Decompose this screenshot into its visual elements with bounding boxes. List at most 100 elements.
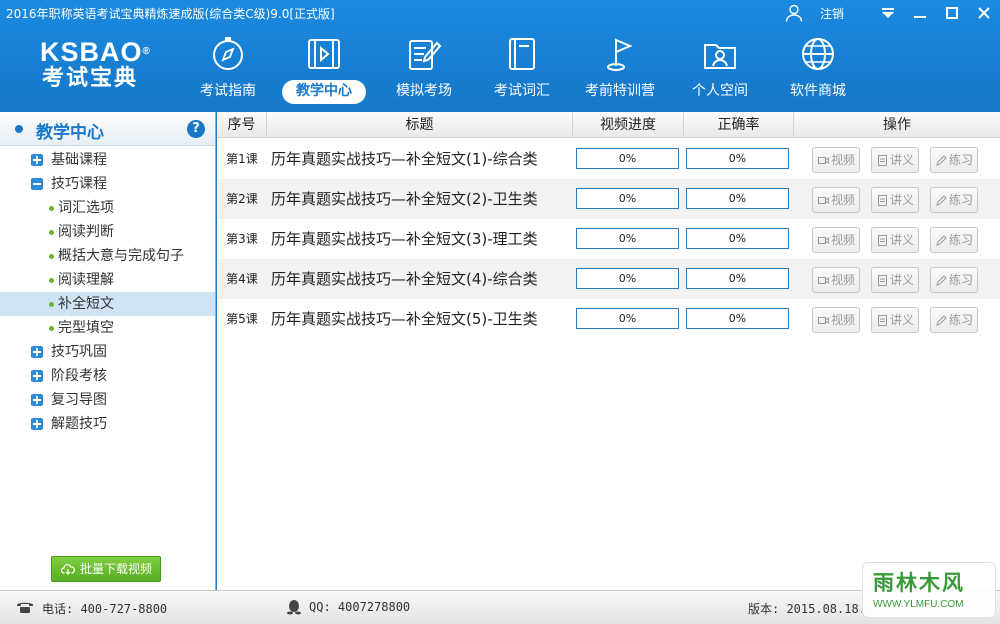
accuracy-box: 0%: [686, 188, 789, 209]
notes-button-label: 讲义: [890, 273, 915, 287]
video-button[interactable]: 视频: [812, 307, 860, 333]
nav-label: 考试指南: [200, 83, 256, 99]
nav-mock-exam[interactable]: 模拟考场: [376, 34, 472, 106]
cloud-download-icon: [61, 564, 75, 575]
practice-button[interactable]: 练习: [930, 147, 978, 173]
table-header: 序号 标题 视频进度 正确率 操作: [217, 112, 1000, 138]
video-button[interactable]: 视频: [812, 227, 860, 253]
tree-item-reading-comprehension[interactable]: 阅读理解: [0, 268, 215, 292]
lesson-title[interactable]: 历年真题实战技巧—补全短文(3)-理工类: [271, 219, 571, 259]
user-icon[interactable]: [784, 3, 804, 23]
nav-label: 软件商城: [790, 83, 846, 99]
batch-download-button[interactable]: 批量下载视频: [51, 556, 161, 582]
phone-text: 电话: 400-727-8800: [42, 602, 168, 616]
tree-item-basic-course[interactable]: 基础课程: [0, 148, 215, 172]
lesson-title[interactable]: 历年真题实战技巧—补全短文(2)-卫生类: [271, 179, 571, 219]
minimize-icon: [914, 16, 926, 18]
book-icon: [509, 38, 535, 70]
logout-link[interactable]: 注销: [820, 5, 844, 22]
notes-button[interactable]: 讲义: [871, 307, 919, 333]
video-camera-icon: [818, 277, 829, 284]
minimize-button[interactable]: [904, 0, 936, 26]
notes-button[interactable]: 讲义: [871, 147, 919, 173]
lesson-number: 第2课: [226, 192, 258, 206]
practice-button[interactable]: 练习: [930, 187, 978, 213]
lesson-title[interactable]: 历年真题实战技巧—补全短文(5)-卫生类: [271, 299, 571, 339]
version-text: 版本: 2015.08.18.: [748, 602, 866, 616]
tree-item-label: 技巧课程: [51, 176, 107, 192]
document-icon: [878, 155, 887, 166]
tree-item-label: 补全短文: [58, 296, 114, 312]
tree-item-label: 概括大意与完成句子: [58, 248, 184, 264]
help-icon[interactable]: ?: [187, 120, 205, 138]
logo-chinese-text: 考试宝典: [42, 66, 139, 91]
tree-item-cloze-test[interactable]: 完型填空: [0, 316, 215, 340]
bullet-icon: [49, 230, 54, 235]
video-progress-box: 0%: [576, 308, 679, 329]
compass-icon: [213, 37, 243, 70]
practice-button-label: 练习: [949, 153, 974, 167]
tree-item-label: 解题技巧: [51, 416, 107, 432]
tree-item-vocabulary-options[interactable]: 词汇选项: [0, 196, 215, 220]
video-icon: [308, 39, 340, 69]
window-controls: 注销: [784, 0, 1000, 26]
maximize-button[interactable]: [936, 0, 968, 26]
video-button-label: 视频: [831, 193, 856, 207]
accuracy-box: 0%: [686, 228, 789, 249]
expand-icon[interactable]: [31, 418, 43, 430]
qq-penguin-icon: [287, 600, 301, 615]
tree-item-stage-assessment[interactable]: 阶段考核: [0, 364, 215, 388]
notes-button[interactable]: 讲义: [871, 267, 919, 293]
practice-button[interactable]: 练习: [930, 267, 978, 293]
tree-item-reading-judgment[interactable]: 阅读判断: [0, 220, 215, 244]
tree-item-skill-review[interactable]: 技巧巩固: [0, 340, 215, 364]
lesson-number: 第5课: [226, 312, 258, 326]
tree-item-label: 阶段考核: [51, 368, 107, 384]
tree-item-label: 复习导图: [51, 392, 107, 408]
tree-item-main-idea[interactable]: 概括大意与完成句子: [0, 244, 215, 268]
watermark-logo: 雨林木风 WWW.YLMFU.COM: [862, 562, 996, 618]
menu-dropdown-button[interactable]: [872, 0, 904, 26]
notes-button[interactable]: 讲义: [871, 227, 919, 253]
nav-exam-guide[interactable]: 考试指南: [180, 34, 276, 106]
collapse-icon[interactable]: [31, 178, 43, 190]
tree-item-problem-solving-tips[interactable]: 解题技巧: [0, 412, 215, 436]
lesson-title[interactable]: 历年真题实战技巧—补全短文(4)-综合类: [271, 259, 571, 299]
nav-personal-space[interactable]: 个人空间: [672, 34, 768, 106]
column-header-number: 序号: [217, 112, 267, 138]
pencil-icon: [936, 315, 947, 326]
document-icon: [878, 195, 887, 206]
tree-item-review-map[interactable]: 复习导图: [0, 388, 215, 412]
table-row: 第4课 历年真题实战技巧—补全短文(4)-综合类 0% 0% 视频 讲义 练习: [217, 259, 1000, 299]
title-bar: 2016年职称英语考试宝典精炼速成版(综合类C级)9.0[正式版] 注销: [0, 0, 1000, 26]
nav-vocabulary[interactable]: 考试词汇: [474, 34, 570, 106]
table-row: 第1课 历年真题实战技巧—补全短文(1)-综合类 0% 0% 视频 讲义 练习: [217, 139, 1000, 179]
bullet-icon: [49, 302, 54, 307]
notes-button-label: 讲义: [890, 153, 915, 167]
expand-icon[interactable]: [31, 394, 43, 406]
practice-button[interactable]: 练习: [930, 307, 978, 333]
close-button[interactable]: [968, 0, 1000, 26]
nav-pre-exam-camp[interactable]: 考前特训营: [572, 34, 668, 106]
tree-item-passage-completion[interactable]: 补全短文: [0, 292, 215, 316]
globe-icon: [802, 38, 834, 70]
lesson-title[interactable]: 历年真题实战技巧—补全短文(1)-综合类: [271, 139, 571, 179]
video-button-label: 视频: [831, 233, 856, 247]
exam-paper-icon: [409, 40, 442, 70]
tree-item-skill-course[interactable]: 技巧课程: [0, 172, 215, 196]
expand-icon[interactable]: [31, 370, 43, 382]
tree-item-label: 阅读判断: [58, 224, 114, 240]
video-camera-icon: [818, 197, 829, 204]
expand-icon[interactable]: [31, 154, 43, 166]
nav-teaching-center[interactable]: 教学中心: [276, 34, 372, 106]
video-button[interactable]: 视频: [812, 147, 860, 173]
notes-button[interactable]: 讲义: [871, 187, 919, 213]
video-button[interactable]: 视频: [812, 267, 860, 293]
nav-label: 模拟考场: [396, 83, 452, 99]
video-button[interactable]: 视频: [812, 187, 860, 213]
window-title: 2016年职称英语考试宝典精炼速成版(综合类C级)9.0[正式版]: [6, 7, 335, 21]
nav-software-mall[interactable]: 软件商城: [770, 34, 866, 106]
column-header-title: 标题: [267, 112, 573, 138]
practice-button[interactable]: 练习: [930, 227, 978, 253]
expand-icon[interactable]: [31, 346, 43, 358]
